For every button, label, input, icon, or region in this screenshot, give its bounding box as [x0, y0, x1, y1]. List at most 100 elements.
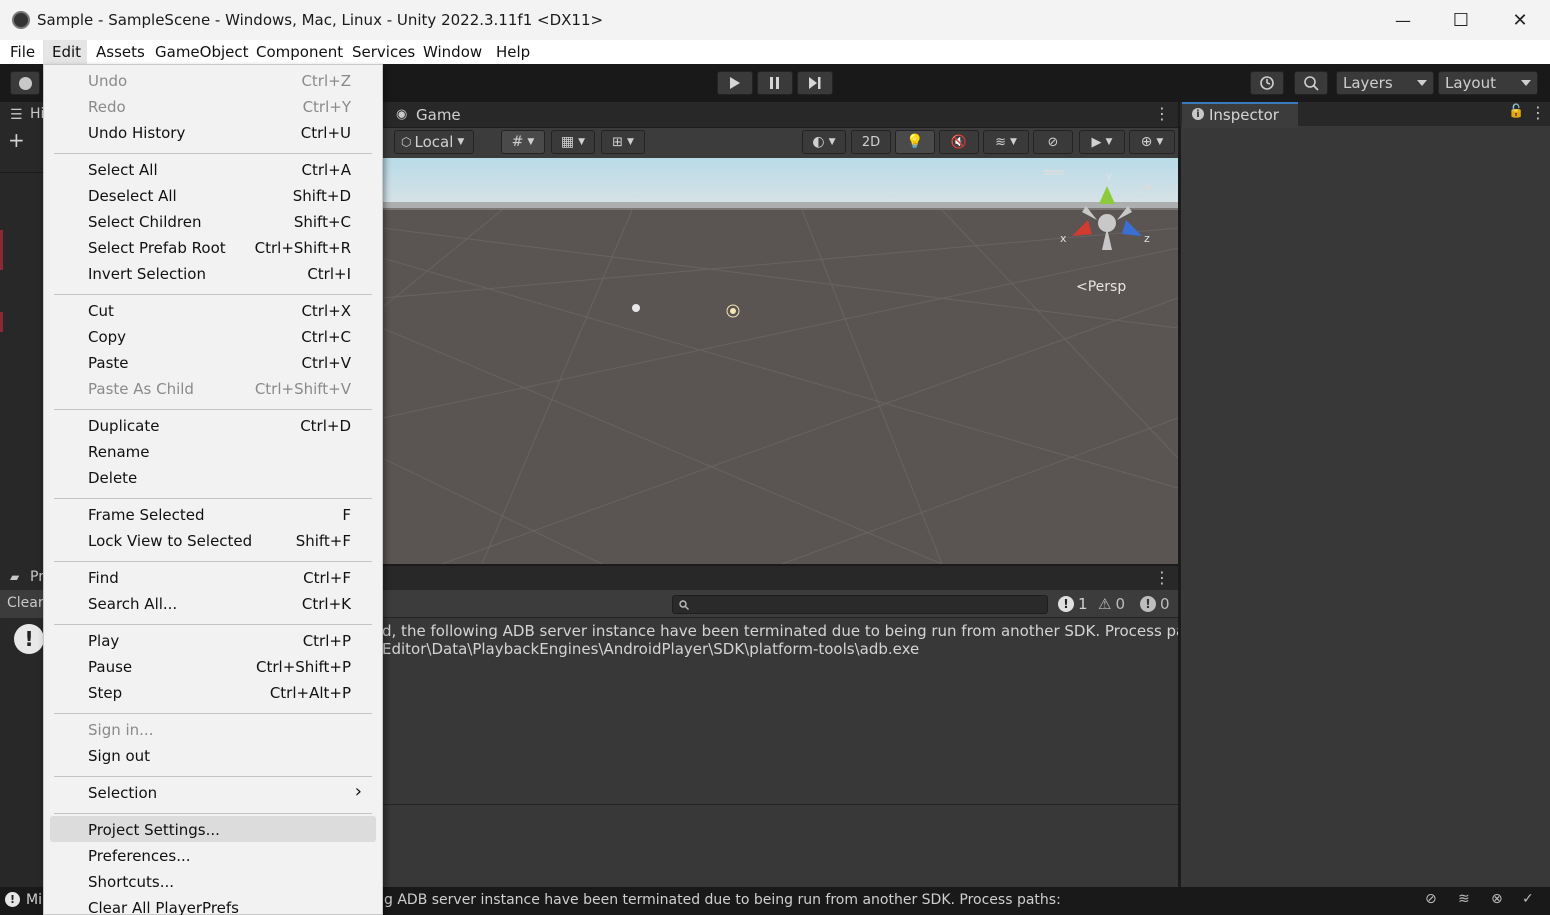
menu-help[interactable]: Help	[496, 43, 530, 61]
menu-item-step[interactable]: Step Ctrl+Alt+P	[44, 682, 382, 708]
debug-off-icon[interactable]: ⊘	[1425, 891, 1437, 907]
layout-label: Layout	[1445, 74, 1496, 92]
menu-item-project-settings[interactable]: Project Settings...	[44, 819, 382, 845]
account-button[interactable]	[10, 71, 40, 95]
menu-item-shortcut: Ctrl+U	[300, 124, 351, 142]
menu-item-invert-selection[interactable]: Invert Selection Ctrl+I	[44, 263, 382, 289]
pause-button[interactable]	[757, 71, 793, 95]
audio-toggle[interactable]: 🔇	[939, 130, 979, 154]
menu-item-find[interactable]: Find Ctrl+F	[44, 567, 382, 593]
menu-component[interactable]: Component	[256, 43, 343, 61]
menu-item-select-prefab-root[interactable]: Select Prefab Root Ctrl+Shift+R	[44, 237, 382, 263]
menu-item-label: Copy	[88, 328, 127, 346]
close-window-button[interactable]: ✕	[1491, 0, 1549, 40]
menu-item-clear-all-playerprefs[interactable]: Clear All PlayerPrefs	[44, 897, 382, 915]
history-icon	[1260, 76, 1274, 90]
menu-separator	[54, 713, 372, 714]
more-options-icon[interactable]: ⋮	[1154, 568, 1170, 587]
more-options-icon[interactable]: ⋮	[1530, 103, 1546, 122]
step-button[interactable]	[797, 71, 833, 95]
chevron-left-icon: <	[1076, 279, 1088, 295]
error-filter-toggle[interactable]: ! 1	[1058, 594, 1098, 614]
console-detail-pane	[382, 804, 1178, 887]
menu-item-label: Pause	[88, 658, 133, 676]
minimize-button[interactable]: —	[1374, 0, 1432, 40]
orientation-gizmo-icon[interactable]	[1052, 168, 1162, 268]
menu-item-preferences[interactable]: Preferences...	[44, 845, 382, 871]
lock-icon[interactable]: 🔓	[1508, 104, 1524, 119]
network-off-icon[interactable]: ⊗	[1491, 891, 1503, 907]
layers-dropdown[interactable]: Layers	[1336, 71, 1434, 95]
search-button[interactable]	[1294, 71, 1328, 95]
menu-item-lock-view-to-selected[interactable]: Lock View to Selected Shift+F	[44, 530, 382, 556]
menu-item-label: Paste As Child	[88, 380, 194, 398]
more-options-icon[interactable]: ⋮	[1154, 104, 1170, 123]
info-filter-toggle[interactable]: ! 0	[1140, 594, 1180, 614]
menu-item-cut[interactable]: Cut Ctrl+X	[44, 300, 382, 326]
menu-item-shortcut: Ctrl+Shift+P	[256, 658, 351, 676]
scene-toolbar: ⬡ Local ▼ # ▼ ▦ ▼ ⊞ ▼ ◐ ▼ 2D 💡 🔇 ≋ ▼ ⊘ ▶ ▼ ⊕ ▼	[382, 128, 1178, 158]
menu-item-rename[interactable]: Rename	[44, 441, 382, 467]
layout-dropdown[interactable]: Layout	[1438, 71, 1538, 95]
menu-item-label: Select Prefab Root	[88, 239, 226, 257]
console-search-input[interactable]	[672, 595, 1048, 614]
error-icon: !	[1058, 596, 1074, 612]
effects-dropdown[interactable]: ≋ ▼	[983, 130, 1029, 154]
history-button[interactable]	[1250, 71, 1284, 95]
menu-item-undo-history[interactable]: Undo History Ctrl+U	[44, 122, 382, 148]
layers-stack-icon[interactable]: ≋	[1458, 891, 1470, 907]
check-circle-icon[interactable]: ✓	[1522, 891, 1534, 907]
perspective-toggle[interactable]: <Persp	[1076, 279, 1126, 295]
hidden-objects-toggle[interactable]: ⊘	[1033, 130, 1073, 154]
menu-item-selection[interactable]: Selection ›	[44, 781, 382, 808]
grid-snap-toggle[interactable]: # ▼	[501, 130, 545, 154]
maximize-button[interactable]: ☐	[1432, 0, 1490, 40]
warning-count: 0	[1115, 595, 1125, 613]
menu-item-deselect-all[interactable]: Deselect All Shift+D	[44, 185, 382, 211]
gizmo-z-label: z	[1144, 232, 1150, 245]
tab-inspector[interactable]: i Inspector	[1182, 102, 1298, 128]
status-message[interactable]: g ADB server instance have been terminat…	[384, 892, 1061, 908]
menu-item-select-all[interactable]: Select All Ctrl+A	[44, 159, 382, 185]
play-icon	[730, 77, 740, 89]
pivot-rotation-dropdown[interactable]: ⬡ Local ▼	[394, 130, 474, 154]
menu-item-play[interactable]: Play Ctrl+P	[44, 630, 382, 656]
menu-item-sign-out[interactable]: Sign out	[44, 745, 382, 771]
increment-snap-toggle[interactable]: ⊞ ▼	[601, 130, 645, 154]
menu-gameobject[interactable]: GameObject	[155, 43, 249, 61]
chevron-down-icon	[1417, 80, 1427, 86]
camera-dropdown[interactable]: ▶ ▼	[1079, 130, 1125, 154]
cube-icon: ⬡	[401, 135, 412, 149]
menu-item-shortcuts[interactable]: Shortcuts...	[44, 871, 382, 897]
menu-file[interactable]: File	[10, 43, 35, 61]
play-button[interactable]	[717, 71, 753, 95]
tab-game[interactable]: Game	[416, 106, 461, 124]
menu-item-delete[interactable]: Delete	[44, 467, 382, 493]
scene-view[interactable]: y x z <Persp	[382, 158, 1178, 564]
warning-filter-toggle[interactable]: ⚠ 0	[1098, 594, 1138, 614]
edit-menu: Undo Ctrl+Z Redo Ctrl+Y Undo History Ctrl+U Se…	[43, 64, 383, 915]
menu-assets[interactable]: Assets	[96, 43, 145, 61]
menu-edit[interactable]: Edit	[52, 43, 81, 61]
lighting-toggle[interactable]: 💡	[895, 130, 935, 154]
menu-item-copy[interactable]: Copy Ctrl+C	[44, 326, 382, 352]
persp-label: Persp	[1087, 279, 1127, 295]
menu-item-search-all[interactable]: Search All... Ctrl+K	[44, 593, 382, 619]
unity-logo-icon	[12, 11, 30, 29]
console-log-entry[interactable]: d, the following ADB server instance hav…	[382, 622, 1178, 658]
menu-item-pause[interactable]: Pause Ctrl+Shift+P	[44, 656, 382, 682]
menu-item-frame-selected[interactable]: Frame Selected F	[44, 504, 382, 530]
menu-item-label: Cut	[88, 302, 114, 320]
menu-window[interactable]: Window	[423, 43, 482, 61]
gizmos-dropdown[interactable]: ⊕ ▼	[1129, 130, 1175, 154]
menu-item-paste[interactable]: Paste Ctrl+V	[44, 352, 382, 378]
draw-mode-dropdown[interactable]: ◐ ▼	[802, 130, 846, 154]
toggle-2d-button[interactable]: 2D	[851, 130, 891, 154]
grid-visibility-toggle[interactable]: ▦ ▼	[551, 130, 595, 154]
project-tab[interactable]: Pr	[30, 569, 44, 585]
menu-item-select-children[interactable]: Select Children Shift+C	[44, 211, 382, 237]
clear-button[interactable]: Clear	[7, 595, 44, 611]
add-icon[interactable]: +	[8, 128, 25, 152]
menu-services[interactable]: Services	[352, 43, 415, 61]
menu-item-duplicate[interactable]: Duplicate Ctrl+D	[44, 415, 382, 441]
